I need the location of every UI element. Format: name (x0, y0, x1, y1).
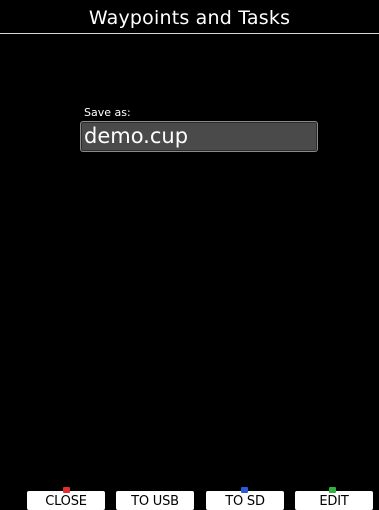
edit-button[interactable]: EDIT (295, 491, 373, 510)
softkey-bar: CLOSE TO USB TO SD EDIT (0, 487, 379, 510)
page-title: Waypoints and Tasks (88, 7, 291, 29)
edit-button-label: EDIT (319, 494, 349, 509)
to-usb-button[interactable]: TO USB (116, 491, 194, 510)
save-as-label: Save as: (84, 106, 131, 119)
close-button-label: CLOSE (45, 494, 87, 509)
red-led-icon (63, 487, 70, 493)
to-sd-button-label: TO SD (225, 494, 265, 509)
close-button[interactable]: CLOSE (27, 491, 105, 510)
blue-led-icon (241, 487, 248, 493)
green-led-icon (329, 487, 336, 493)
title-bar: Waypoints and Tasks (0, 0, 379, 34)
filename-input[interactable]: demo.cup (80, 121, 318, 152)
to-usb-button-label: TO USB (131, 494, 179, 509)
filename-input-value[interactable]: demo.cup (84, 124, 188, 149)
to-sd-button[interactable]: TO SD (206, 491, 284, 510)
